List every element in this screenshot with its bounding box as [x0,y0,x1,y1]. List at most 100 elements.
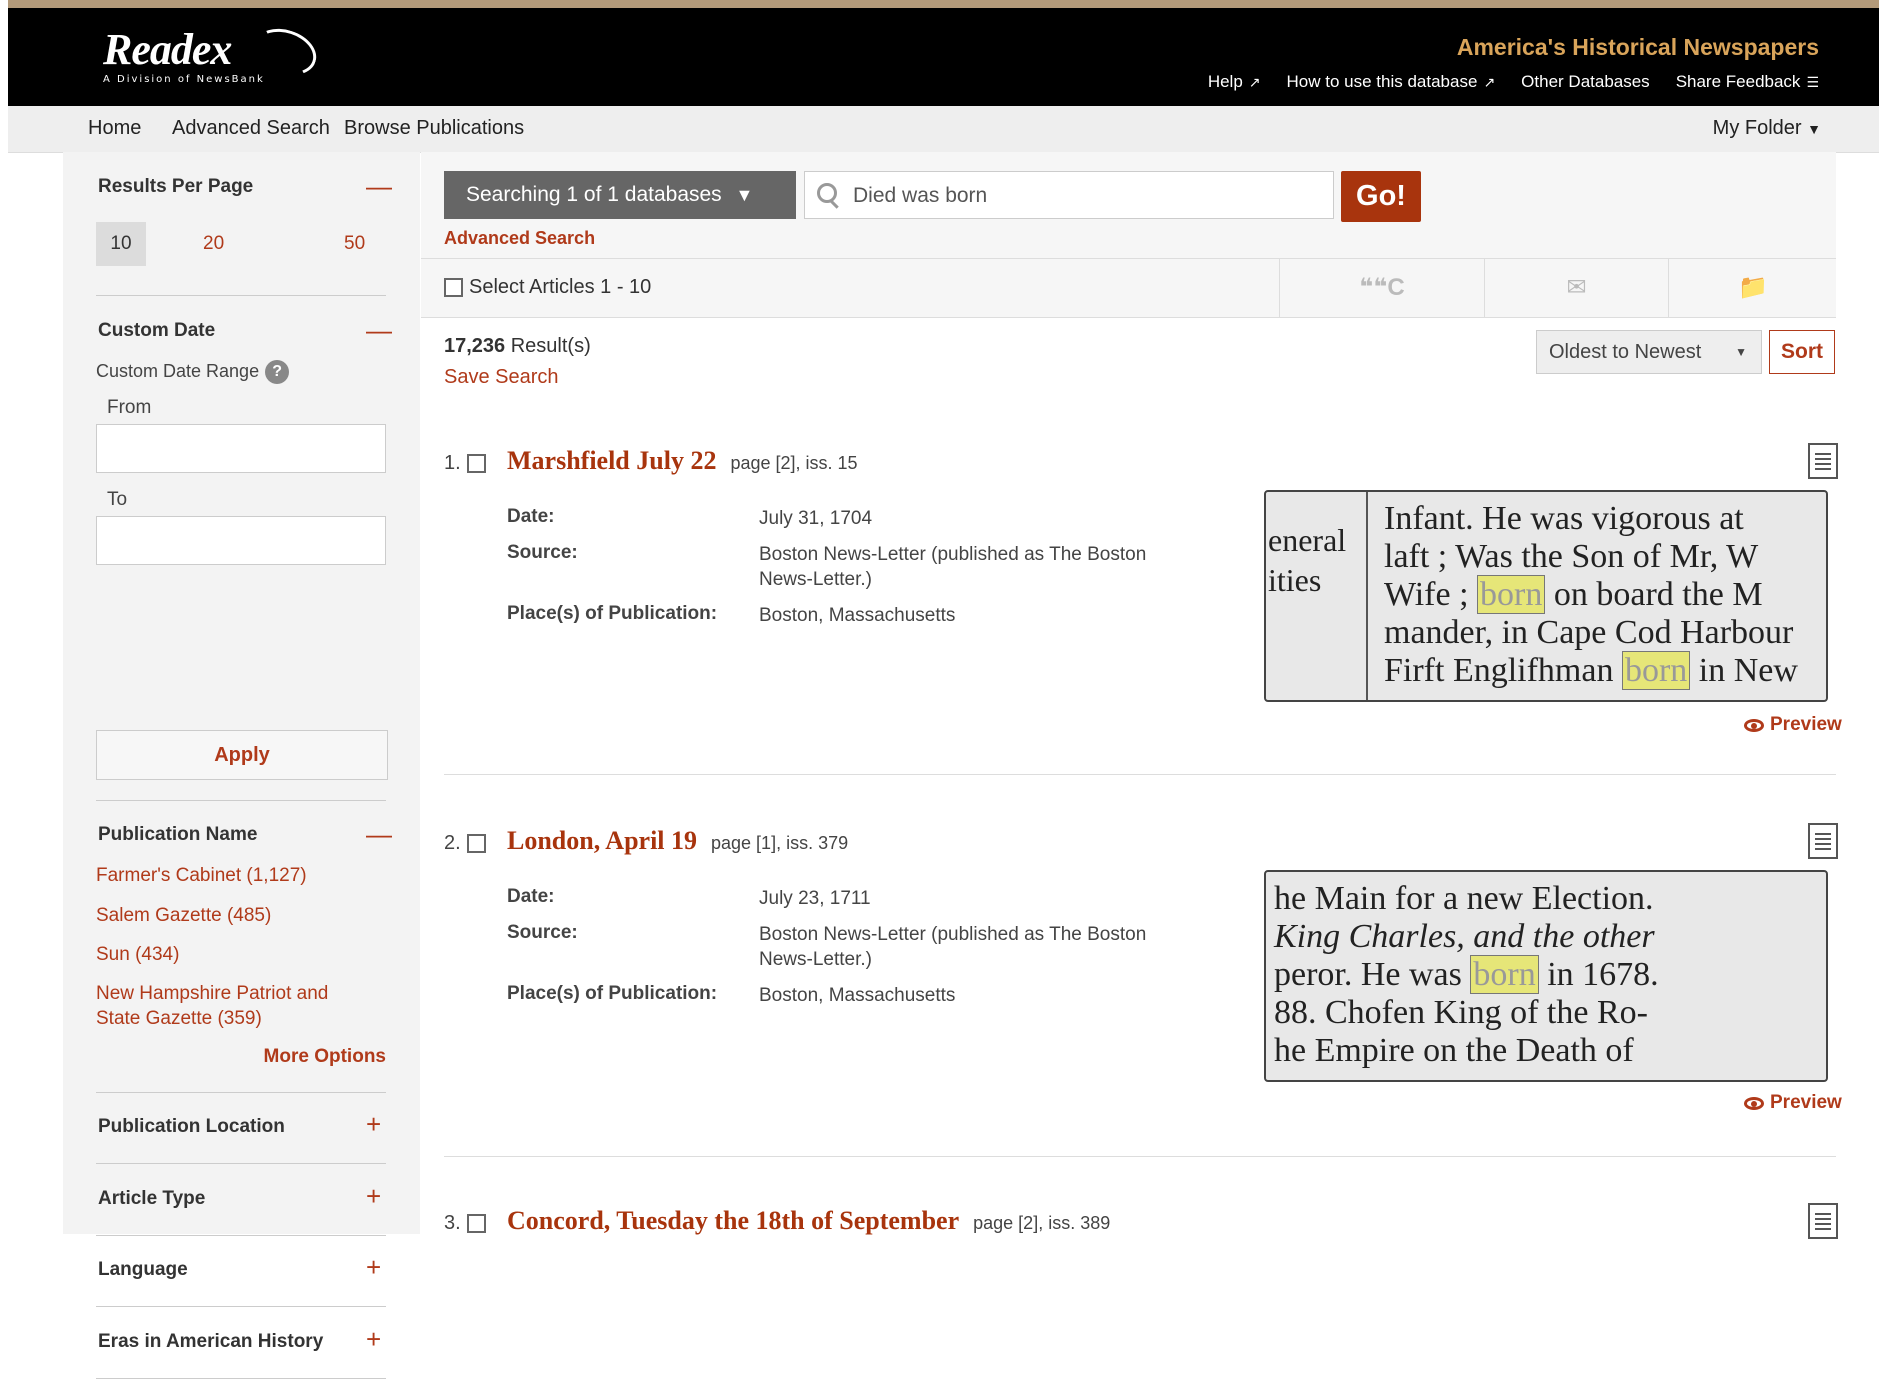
rpp-option-50[interactable]: 50 [344,222,365,266]
result-title-row: Marshfield July 22 page [2], iss. 15 [507,446,858,476]
apply-date-button[interactable]: Apply [96,730,388,780]
document-icon[interactable] [1808,823,1838,859]
eye-icon [1744,718,1764,732]
main-nav: Home Advanced Search Browse Publications… [8,106,1879,153]
sort-order-value: Oldest to Newest [1549,341,1702,363]
result-checkbox[interactable] [466,454,486,473]
custom-date-heading: Custom Date [98,320,216,341]
result-title-row: London, April 19 page [1], iss. 379 [507,826,848,856]
result-title-link[interactable]: London, April 19 [507,826,697,855]
document-icon[interactable] [1808,443,1838,479]
results-per-page-options: 10 20 50 [96,222,386,266]
nav-browse-publications[interactable]: Browse Publications [344,117,524,140]
snippet-text-part: peror. He was [1274,956,1471,993]
save-search-link[interactable]: Save Search [444,366,559,389]
help-link-label: Help [1207,72,1243,91]
collapse-icon[interactable]: — [366,821,392,847]
search-input[interactable]: Died was born [804,171,1334,219]
source-value: Boston News-Letter (published as The Bos… [759,544,1147,590]
language-facet[interactable]: Language [98,1259,188,1281]
preview-link[interactable]: Preview [1744,714,1842,736]
share-feedback-link[interactable]: Share Feedback ☰ [1676,72,1819,92]
publication-location-facet[interactable]: Publication Location [98,1116,285,1138]
rpp-option-20[interactable]: 20 [203,222,224,266]
result-number-text: 2. [444,832,461,854]
result-title-link[interactable]: Concord, Tuesday the 18th of September [507,1206,959,1235]
divider [96,1306,386,1307]
other-databases-link-label: Other Databases [1521,72,1650,91]
result-snippet-image[interactable]: eneral ities Infant. He was vigorous at … [1264,490,1828,702]
publication-facet-item[interactable]: Salem Gazette (485) [96,903,376,928]
publication-name-heading: Publication Name [98,824,258,845]
my-folder-menu[interactable]: My Folder ▼ [1713,117,1821,140]
rpp-option-10[interactable]: 10 [96,222,146,266]
to-label: To [107,489,128,510]
publication-facet-item[interactable]: Farmer's Cabinet (1,127) [96,863,376,888]
cite-icon[interactable]: ❝❝C [1279,259,1484,317]
divider [96,800,386,801]
select-all-checkbox[interactable]: Select Articles 1 - 10 [444,276,651,299]
search-hit-highlight: born [1477,575,1546,614]
search-icon [817,183,837,203]
preview-label: Preview [1770,1092,1842,1113]
snippet-text: he Empire on the Death of [1274,1032,1634,1069]
help-link[interactable]: Help ↗ [1208,72,1261,92]
more-options-link[interactable]: More Options [96,1046,386,1068]
date-from-input[interactable] [96,424,386,473]
nav-home[interactable]: Home [88,117,141,140]
search-hit-highlight: born [1621,651,1691,690]
result-number: 1. [444,452,486,475]
result-checkbox[interactable] [466,834,486,853]
database-selector[interactable]: Searching 1 of 1 databases ▼ [444,171,796,219]
email-icon[interactable]: ✉ [1484,259,1668,317]
advanced-search-link[interactable]: Advanced Search [444,228,595,249]
eras-facet[interactable]: Eras in American History [98,1331,323,1353]
help-question-icon[interactable]: ? [265,360,290,384]
publication-facet-item[interactable]: New Hampshire Patriot and State Gazette … [96,981,356,1031]
share-feedback-link-label: Share Feedback [1675,72,1801,91]
publication-facet-item[interactable]: Sun (434) [96,942,376,967]
results-count: 17,236 Result(s) [444,335,591,358]
other-databases-link[interactable]: Other Databases [1521,72,1650,92]
search-query-text: Died was born [853,184,988,207]
snippet-text: ities [1268,562,1322,598]
result-checkbox[interactable] [466,1214,486,1233]
place-label: Place(s) of Publication: [507,603,718,624]
database-title: America's Historical Newspapers [1456,34,1819,60]
expand-icon[interactable]: + [366,1183,381,1209]
result-title-link[interactable]: Marshfield July 22 [507,446,716,475]
place-value: Boston, Massachusetts [759,605,956,626]
expand-icon[interactable]: + [366,1111,381,1137]
result-title-row: Concord, Tuesday the 18th of September pa… [507,1206,1110,1236]
divider [96,295,386,296]
article-type-facet[interactable]: Article Type [98,1188,205,1210]
collapse-icon[interactable]: — [366,317,392,343]
preview-link[interactable]: Preview [1744,1092,1842,1114]
go-button[interactable]: Go! [1341,171,1421,222]
result-snippet-image[interactable]: he Main for a new Election. King Charles… [1264,870,1828,1082]
date-to-input[interactable] [96,516,386,565]
save-to-folder-icon[interactable]: 📁 [1668,259,1837,317]
collapse-icon[interactable]: — [366,173,392,199]
snippet-text: laft ; Was the Son of Mr, W [1384,538,1759,575]
readex-logo[interactable]: Readex A Division of NewsBank [103,21,323,85]
snippet-text: eneral [1268,522,1347,558]
feedback-icon: ☰ [1806,73,1819,90]
select-articles-label: Select Articles 1 - 10 [469,276,652,298]
result-number: 3. [444,1212,486,1235]
preview-label: Preview [1770,714,1842,735]
divider [96,1163,386,1164]
snippet-text-part: in 1678. [1538,956,1659,993]
expand-icon[interactable]: + [366,1326,381,1352]
sort-button[interactable]: Sort [1769,330,1835,374]
expand-icon[interactable]: + [366,1254,381,1280]
nav-advanced-search[interactable]: Advanced Search [172,117,330,140]
how-to-use-link[interactable]: How to use this database ↗ [1287,72,1496,92]
date-label: Date: [507,506,555,527]
date-label: Date: [507,886,555,907]
sort-order-select[interactable]: Oldest to Newest ▼ [1536,330,1762,374]
result-number-text: 1. [444,452,461,474]
caret-down-icon: ▼ [735,185,754,205]
top-accent-line [8,0,1879,8]
source-value: Boston News-Letter (published as The Bos… [759,924,1147,970]
